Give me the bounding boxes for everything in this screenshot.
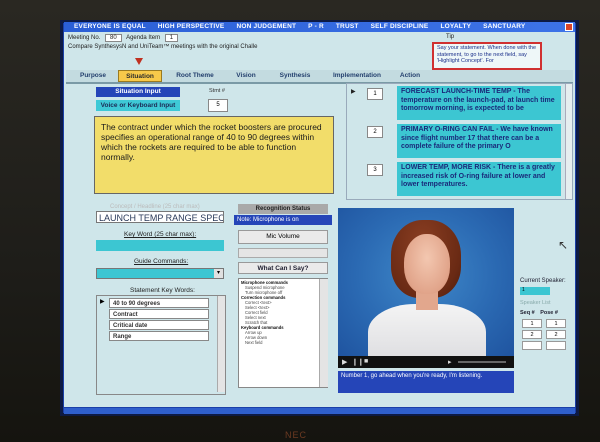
title-item: HIGH PERSPECTIVE bbox=[157, 23, 225, 30]
chevron-down-icon[interactable]: ▾ bbox=[214, 269, 223, 278]
statement-keywords-list: ▶ 40 to 90 degrees Contract Critical dat… bbox=[96, 295, 226, 395]
meeting-info: Meeting No. 80 Agenda Item 1 bbox=[68, 34, 181, 42]
title-item: NON JUDGEMENT bbox=[236, 23, 297, 30]
tab-vision[interactable]: Vision bbox=[226, 70, 266, 82]
command-list-scrollbar[interactable] bbox=[319, 279, 328, 387]
tip-label: Tip bbox=[446, 34, 455, 40]
tab-situation[interactable]: Situation bbox=[118, 70, 162, 82]
agenda-item-field[interactable]: 1 bbox=[164, 34, 179, 42]
stop-icon[interactable]: ■ bbox=[364, 358, 368, 365]
tab-synthesis[interactable]: Synthesis bbox=[270, 70, 320, 82]
concept-headline-label: Concept / Headline (25 char max) bbox=[110, 204, 200, 210]
tab-purpose[interactable]: Purpose bbox=[68, 70, 118, 82]
media-controls: ▶ ❙❙ ■ ▸ bbox=[338, 356, 514, 368]
status-bar bbox=[64, 408, 575, 414]
title-items: EVERYONE IS EQUAL HIGH PERSPECTIVE NON J… bbox=[64, 23, 525, 30]
title-item: SELF DISCIPLINE bbox=[370, 23, 429, 30]
keyword-item[interactable]: Range bbox=[109, 331, 209, 341]
avatar-face bbox=[404, 234, 450, 294]
statement-row[interactable]: ▶ 1 FORECAST LAUNCH-TIME TEMP - The temp… bbox=[347, 86, 572, 122]
seq-cell[interactable]: 2 bbox=[522, 330, 542, 339]
title-bar: EVERYONE IS EQUAL HIGH PERSPECTIVE NON J… bbox=[64, 22, 575, 32]
statement-row-text[interactable]: PRIMARY O-RING CAN FAIL - We have known … bbox=[397, 124, 561, 158]
statement-row-number: 2 bbox=[367, 126, 383, 138]
mouse-pointer-icon: ↖ bbox=[558, 238, 569, 252]
statement-number-field[interactable]: 5 bbox=[208, 99, 228, 112]
statement-list: ▶ 1 FORECAST LAUNCH-TIME TEMP - The temp… bbox=[346, 83, 573, 200]
keyword-item[interactable]: 40 to 90 degrees bbox=[109, 298, 209, 308]
statement-keywords-label: Statement Key Words: bbox=[130, 287, 195, 294]
monitor-frame: EVERYONE IS EQUAL HIGH PERSPECTIVE NON J… bbox=[0, 0, 600, 442]
statement-row-number: 1 bbox=[367, 88, 383, 100]
seq-header: Seq # bbox=[520, 310, 535, 316]
row-selector-icon: ▶ bbox=[351, 89, 356, 95]
keywords-scrollbar[interactable] bbox=[217, 296, 225, 392]
avatar-video bbox=[338, 208, 514, 356]
key-word-label: Key Word (25 char max): bbox=[124, 231, 197, 238]
app-window: EVERYONE IS EQUAL HIGH PERSPECTIVE NON J… bbox=[60, 20, 579, 416]
title-item: P - R bbox=[308, 23, 324, 30]
statement-number-label: Stmt # bbox=[209, 88, 225, 94]
current-speaker-field[interactable]: 1 bbox=[520, 287, 550, 295]
statement-row-text[interactable]: FORECAST LAUNCH-TIME TEMP - The temperat… bbox=[397, 86, 561, 120]
agenda-description: Compare SynthesysN and UniTeam™ meetings… bbox=[68, 44, 258, 50]
voice-keyboard-input-button[interactable]: Voice or Keyboard Input bbox=[96, 100, 180, 111]
title-item: EVERYONE IS EQUAL bbox=[74, 23, 146, 30]
guide-commands-select[interactable]: ▾ bbox=[96, 268, 224, 279]
avatar-caption: Number 1, go ahead when you're ready, I'… bbox=[338, 371, 514, 393]
statement-row[interactable]: 2 PRIMARY O-RING CAN FAIL - We have know… bbox=[347, 124, 572, 160]
tab-implementation[interactable]: Implementation bbox=[324, 70, 390, 82]
mic-volume-button[interactable]: Mic Volume bbox=[238, 230, 328, 244]
what-can-i-say-button[interactable]: What Can I Say? bbox=[238, 262, 328, 274]
row-selector-icon: ▶ bbox=[100, 299, 105, 305]
tab-root-theme[interactable]: Root Theme bbox=[166, 70, 224, 82]
pose-cell[interactable]: 1 bbox=[546, 319, 566, 328]
current-speaker-label: Current Speaker: bbox=[520, 278, 566, 284]
title-item: TRUST bbox=[335, 23, 359, 30]
monitor-brand-label: NEC bbox=[285, 430, 308, 440]
pose-cell[interactable]: 2 bbox=[546, 330, 566, 339]
meeting-number-field[interactable]: 80 bbox=[105, 34, 122, 42]
title-item: SANCTUARY bbox=[483, 23, 526, 30]
guide-commands-label: Guide Commands: bbox=[134, 258, 189, 265]
volume-icon[interactable]: ▸ bbox=[448, 358, 452, 366]
statement-list-scrollbar[interactable] bbox=[565, 84, 572, 199]
mic-level-meter bbox=[238, 248, 328, 258]
title-item: LOYALTY bbox=[440, 23, 472, 30]
command-list: Microphone commands Suspend microphone T… bbox=[238, 278, 328, 388]
tab-action[interactable]: Action bbox=[392, 70, 428, 82]
volume-slider[interactable] bbox=[458, 361, 506, 363]
seq-cell[interactable]: 1 bbox=[522, 319, 542, 328]
tip-box: Say your statement. When done with the s… bbox=[432, 42, 542, 70]
recognition-status-label: Recognition Status bbox=[238, 204, 328, 214]
keyword-item[interactable]: Critical date bbox=[109, 320, 209, 330]
statement-row[interactable]: 3 LOWER TEMP, MORE RISK - There is a gre… bbox=[347, 162, 572, 198]
play-icon[interactable]: ▶ bbox=[342, 358, 347, 366]
avatar-body bbox=[368, 304, 486, 356]
pose-cell[interactable] bbox=[546, 341, 566, 350]
meeting-label: Meeting No. bbox=[68, 35, 101, 41]
command-item: Next field bbox=[245, 340, 263, 345]
statement-row-number: 3 bbox=[367, 164, 383, 176]
statement-row-text[interactable]: LOWER TEMP, MORE RISK - There is a great… bbox=[397, 162, 561, 196]
microphone-status: Note: Microphone is on bbox=[234, 215, 332, 225]
active-tab-arrow-icon bbox=[135, 58, 143, 65]
agenda-label: Agenda Item bbox=[126, 35, 161, 41]
key-word-input[interactable] bbox=[96, 240, 224, 251]
pause-icon[interactable]: ❙❙ bbox=[352, 358, 364, 366]
main-panel: Meeting No. 80 Agenda Item 1 Compare Syn… bbox=[64, 32, 575, 407]
situation-input-header: Situation Input bbox=[96, 87, 180, 97]
tab-bar: Purpose Situation Root Theme Vision Synt… bbox=[66, 70, 573, 84]
close-button[interactable] bbox=[565, 23, 573, 31]
keyword-item[interactable]: Contract bbox=[109, 309, 209, 319]
pose-header: Pose # bbox=[540, 310, 558, 316]
speaker-list-header: Seq # Pose # bbox=[520, 310, 558, 316]
seq-cell[interactable] bbox=[522, 341, 542, 350]
speaker-list-label: Speaker List bbox=[520, 300, 551, 306]
concept-headline-input[interactable]: LAUNCH TEMP RANGE SPEC bbox=[96, 211, 224, 223]
statement-text-input[interactable]: The contract under which the rocket boos… bbox=[94, 116, 334, 194]
